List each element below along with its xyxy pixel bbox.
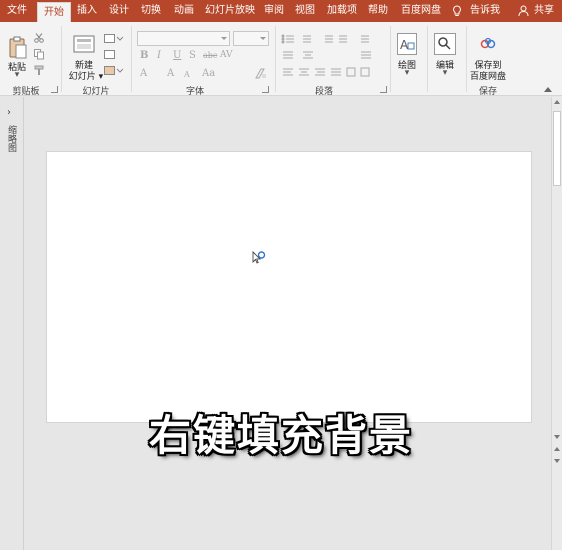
- thumbnail-pane: › 缩略图: [0, 97, 24, 550]
- italic-button[interactable]: I: [157, 50, 161, 61]
- ribbon-home: 粘贴 ▾ 剪贴板 新建 幻灯片 ▾ 幻灯片 B I U S abc AV A A…: [0, 22, 562, 97]
- baidu-netdisk-cloud-icon[interactable]: [480, 37, 496, 51]
- tell-me-search[interactable]: 告诉我: [467, 0, 503, 22]
- font-launcher-icon[interactable]: [262, 86, 269, 93]
- paragraph-controls[interactable]: [281, 33, 381, 81]
- share-person-icon[interactable]: [518, 5, 529, 17]
- drawing-shapes-icon[interactable]: A: [397, 33, 417, 55]
- clipboard-launcher-icon[interactable]: [51, 86, 58, 93]
- slide-editing-area: [25, 97, 551, 550]
- font-size-combo[interactable]: [233, 31, 269, 46]
- character-spacing-button[interactable]: AV: [220, 50, 233, 60]
- tab-file[interactable]: 文件: [0, 0, 34, 22]
- font-group-label: 字体: [185, 87, 204, 97]
- change-case-button[interactable]: Aa: [202, 68, 215, 79]
- clear-formatting-icon[interactable]: [255, 68, 267, 79]
- expand-thumbnails-icon[interactable]: ›: [7, 107, 11, 118]
- reset-icon[interactable]: [104, 50, 116, 60]
- ribbon-divider: [390, 26, 391, 92]
- video-caption: 右键填充背景: [148, 411, 413, 460]
- find-icon[interactable]: [434, 33, 456, 55]
- paragraph-group-label: 段落: [314, 87, 333, 97]
- tab-animations[interactable]: 动画: [169, 0, 199, 22]
- tab-addins[interactable]: 加载项: [323, 0, 361, 22]
- clipboard-group-label: 剪贴板: [12, 87, 40, 97]
- collapse-ribbon-icon[interactable]: [544, 87, 552, 92]
- tab-slideshow[interactable]: 幻灯片放映: [203, 0, 257, 22]
- cut-icon[interactable]: [34, 33, 44, 43]
- new-slide-label-line2[interactable]: 幻灯片 ▾: [66, 69, 106, 82]
- ribbon-tab-bar: 文件 开始 插入 设计 切换 动画 幻灯片放映 审阅 视图 加载项 帮助 百度网…: [0, 0, 562, 22]
- ribbon-divider: [427, 26, 428, 92]
- tab-view[interactable]: 视图: [292, 0, 318, 22]
- text-shadow-button[interactable]: S: [189, 50, 196, 61]
- tab-review[interactable]: 审阅: [261, 0, 287, 22]
- tab-help[interactable]: 帮助: [364, 0, 392, 22]
- layout-icon[interactable]: [104, 34, 124, 44]
- tab-home[interactable]: 开始: [37, 2, 71, 22]
- new-slide-icon[interactable]: [73, 34, 97, 56]
- font-color-button[interactable]: A: [140, 68, 147, 79]
- ribbon-divider: [61, 26, 62, 92]
- tab-baidu-netdisk[interactable]: 百度网盘: [398, 0, 444, 22]
- scrollbar-thumb[interactable]: [553, 111, 561, 186]
- copy-icon[interactable]: [34, 49, 46, 60]
- format-painter-icon[interactable]: [34, 65, 46, 76]
- share-button[interactable]: 共享: [530, 0, 558, 22]
- ribbon-divider: [131, 26, 132, 92]
- strikethrough-button[interactable]: abc: [203, 51, 217, 60]
- save-baidu-label-line2[interactable]: 百度网盘: [468, 69, 508, 82]
- lightbulb-icon[interactable]: [452, 5, 462, 17]
- paste-icon[interactable]: [8, 36, 28, 60]
- busy-cursor-icon: [252, 250, 266, 269]
- paragraph-launcher-icon[interactable]: [380, 86, 387, 93]
- editing-dropdown-arrow[interactable]: ▾: [431, 68, 459, 78]
- new-slide-label-text: 幻灯片: [68, 72, 96, 82]
- ribbon-divider: [466, 26, 467, 92]
- paste-dropdown-arrow[interactable]: ▾: [6, 70, 28, 80]
- underline-button[interactable]: U: [173, 50, 181, 61]
- tab-transitions[interactable]: 切换: [137, 0, 165, 22]
- ribbon-divider: [275, 26, 276, 92]
- save-group-label: 保存: [478, 87, 497, 97]
- drawing-dropdown-arrow[interactable]: ▾: [393, 68, 421, 78]
- slides-group-label: 幻灯片: [82, 87, 110, 97]
- tab-design[interactable]: 设计: [105, 0, 133, 22]
- thumbnail-pane-label[interactable]: 缩略图: [4, 125, 18, 152]
- section-icon[interactable]: [104, 66, 124, 76]
- font-name-combo[interactable]: [137, 31, 230, 46]
- increase-font-button[interactable]: A: [167, 68, 174, 79]
- decrease-font-button[interactable]: A: [184, 70, 190, 79]
- scroll-up-icon[interactable]: [554, 100, 560, 104]
- slide-canvas[interactable]: [46, 151, 532, 423]
- bold-button[interactable]: B: [140, 50, 148, 61]
- tab-insert[interactable]: 插入: [73, 0, 101, 22]
- vertical-scrollbar[interactable]: [551, 97, 562, 550]
